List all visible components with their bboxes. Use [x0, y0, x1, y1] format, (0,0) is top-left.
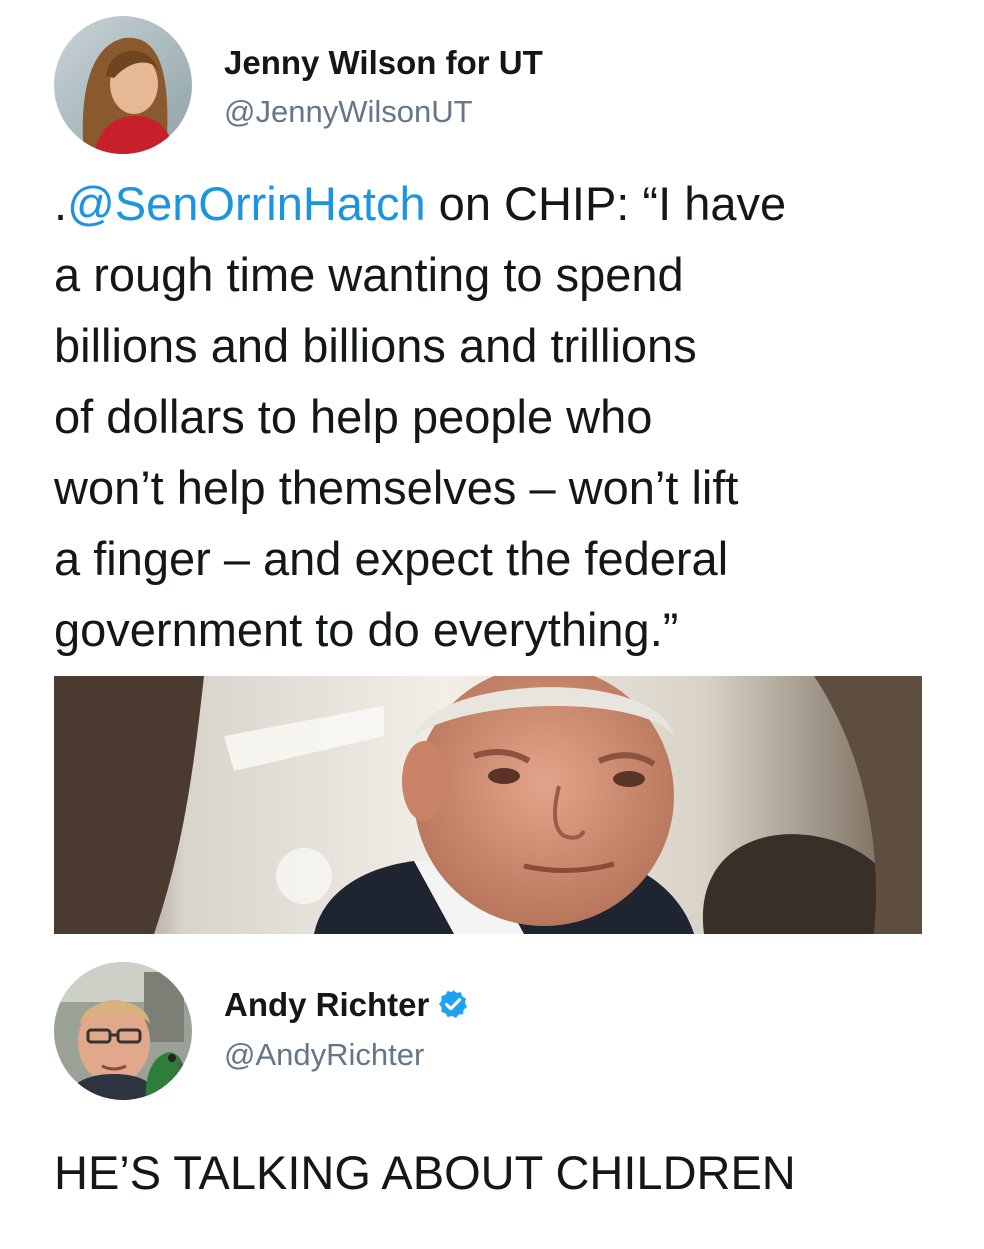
photo-icon	[54, 676, 922, 934]
avatar-jenny-wilson[interactable]	[54, 16, 192, 154]
verified-badge-icon	[439, 990, 468, 1018]
avatar-andy-richter[interactable]	[54, 962, 192, 1100]
tweet-line-5: won’t help themselves – won’t lift	[54, 461, 739, 514]
display-name[interactable]: Jenny Wilson for UT	[224, 44, 543, 82]
tweet-line-1: .@SenOrrinHatch on CHIP: “I have	[54, 168, 786, 239]
tweet-jenny-wilson: Jenny Wilson for UT @JennyWilsonUT .@Sen…	[0, 0, 984, 940]
tweet-line-text: on CHIP: “I have	[425, 177, 787, 230]
tweet-line-6: a finger – and expect the federal	[54, 532, 729, 585]
text-prefix: .	[54, 177, 68, 230]
profile-photo-icon	[54, 962, 192, 1100]
tweet-body: .@SenOrrinHatch on CHIP: “I have a rough…	[54, 168, 786, 665]
tweet-line-7: government to do everything.”	[54, 603, 679, 656]
tweet-media-photo[interactable]	[54, 676, 922, 934]
tweet-body: HE’S TALKING ABOUT CHILDREN	[54, 1146, 796, 1199]
user-handle[interactable]: @JennyWilsonUT	[224, 94, 473, 130]
user-handle[interactable]: @AndyRichter	[224, 1037, 424, 1073]
tweet-line-2: a rough time wanting to spend	[54, 248, 684, 301]
display-name-text[interactable]: Andy Richter	[224, 986, 429, 1023]
tweet-line-3: billions and billions and trillions	[54, 319, 697, 372]
profile-photo-icon	[54, 16, 192, 154]
tweet-andy-richter: Andy Richter @AndyRichter HE’S TALKING A…	[0, 940, 984, 1249]
display-name: Andy Richter	[224, 986, 469, 1024]
mention-link[interactable]: @SenOrrinHatch	[67, 177, 426, 230]
tweet-line-4: of dollars to help people who	[54, 390, 653, 443]
